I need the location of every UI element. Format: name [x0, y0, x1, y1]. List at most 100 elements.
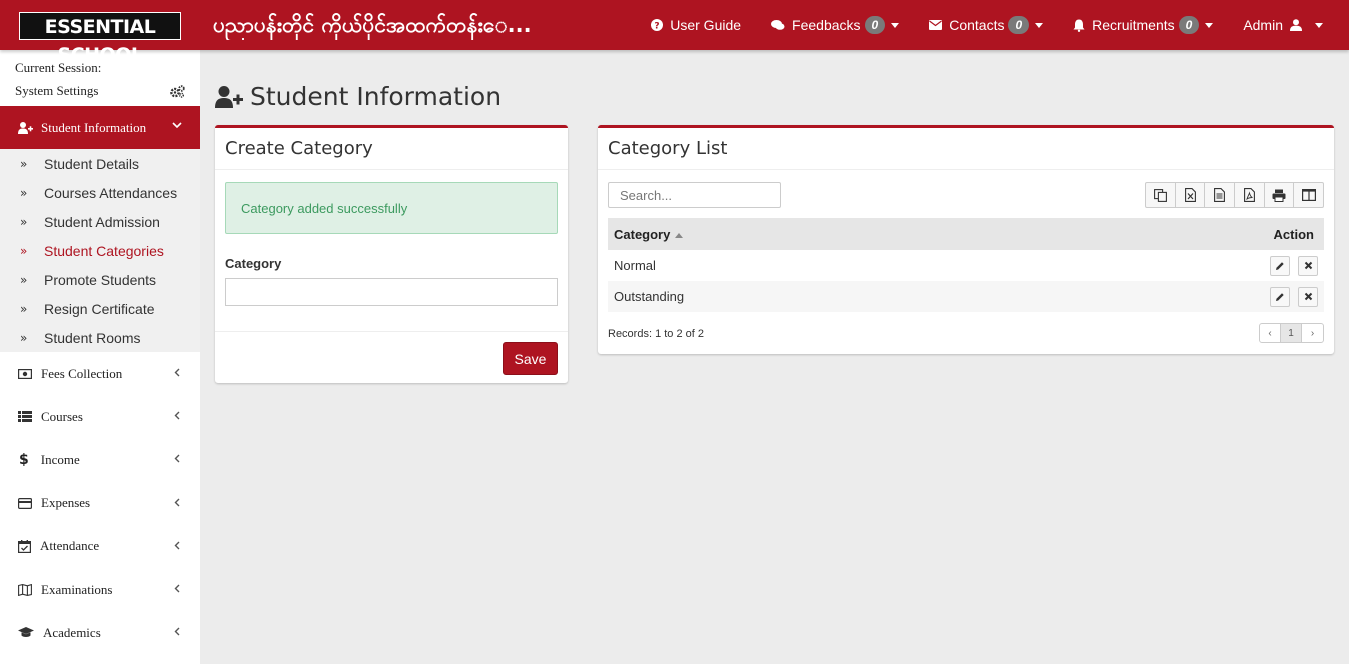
dollar-icon: $: [19, 451, 29, 468]
sidebar: Current Session: System Settings Student…: [0, 50, 200, 664]
category-list-title: Category List: [598, 128, 1334, 170]
double-angle-right-icon: »: [20, 185, 28, 200]
sidebar-item-courses[interactable]: Courses: [0, 395, 200, 438]
recruitments-label: Recruitments: [1092, 17, 1175, 33]
sidebar-item-attendance[interactable]: Attendance: [0, 525, 200, 568]
chevron-left-icon: [174, 498, 180, 507]
sidebar-item-resign-certificate[interactable]: » Resign Certificate: [0, 294, 200, 323]
sidebar-item-label: Academics: [43, 624, 101, 640]
app-title: ပညာပန်းတိုင် ကိုယ်ပိုင်အထက်တန်းေ...: [213, 13, 532, 37]
top-navbar: ESSENTIAL SCHOOL ပညာပန်းတိုင် ကိုယ်ပိုင်…: [0, 0, 1349, 66]
contacts-count-badge: 0: [1008, 16, 1030, 34]
user-plus-icon: [18, 121, 33, 134]
pagination: ‹ 1 ›: [1259, 323, 1324, 343]
sidebar-item-expenses[interactable]: Expenses: [0, 482, 200, 525]
columns-icon: [1301, 189, 1316, 201]
sidebar-item-label: Courses: [41, 408, 83, 424]
delete-button[interactable]: [1298, 255, 1318, 276]
card-footer-divider: [215, 331, 568, 332]
sort-ascending-icon: [675, 232, 684, 238]
contacts-dropdown[interactable]: Contacts 0: [929, 16, 1044, 34]
credit-card-icon: [18, 497, 32, 509]
copy-button[interactable]: [1146, 183, 1176, 207]
category-cell: Normal: [608, 250, 1012, 281]
school-logo[interactable]: ESSENTIAL SCHOOL: [19, 12, 181, 66]
save-button[interactable]: Save: [503, 342, 558, 375]
success-alert: Category added successfully: [225, 182, 558, 234]
category-input[interactable]: [225, 278, 558, 306]
sidebar-item-label: Fees Collection: [41, 365, 123, 381]
chevron-left-icon: [174, 584, 180, 593]
pdf-export-button[interactable]: [1235, 183, 1265, 207]
double-angle-right-icon: »: [20, 272, 28, 287]
delete-button[interactable]: [1298, 286, 1318, 307]
sidebar-item-label: Student Admission: [44, 213, 160, 230]
question-circle-icon: ?: [651, 19, 664, 31]
chevron-left-icon: [174, 454, 180, 463]
print-button[interactable]: [1265, 183, 1295, 207]
actions-cell: [1011, 250, 1324, 281]
prev-page-button[interactable]: ‹: [1260, 324, 1281, 342]
user-guide-link[interactable]: ? User Guide: [651, 17, 741, 33]
next-page-button[interactable]: ›: [1302, 324, 1323, 342]
csv-export-button[interactable]: [1205, 183, 1236, 207]
sidebar-item-label: Income: [40, 451, 80, 467]
table-row: Normal: [608, 250, 1324, 281]
category-cell: Outstanding: [608, 281, 1012, 312]
chevron-left-icon: [174, 368, 180, 377]
sidebar-item-fees-collection[interactable]: Fees Collection: [0, 352, 200, 395]
search-input[interactable]: [608, 182, 781, 208]
sidebar-item-label: Student Information: [41, 119, 147, 135]
double-angle-right-icon: »: [20, 243, 28, 258]
column-header-action: Action: [1011, 218, 1324, 250]
sidebar-item-label: Courses Attendances: [44, 184, 178, 201]
sidebar-item-label: Student Rooms: [44, 329, 141, 346]
sidebar-item-academics[interactable]: Academics: [0, 611, 200, 654]
admin-dropdown[interactable]: Admin: [1243, 17, 1323, 33]
chevron-down-icon: [172, 122, 182, 129]
column-header-label: Category: [614, 226, 671, 242]
chevron-left-icon: [174, 627, 180, 636]
sidebar-item-student-categories[interactable]: » Student Categories: [0, 236, 200, 265]
sidebar-item-courses-attendances[interactable]: » Courses Attendances: [0, 178, 200, 207]
page-title-text: Student Information: [250, 82, 502, 111]
edit-button[interactable]: [1270, 286, 1291, 307]
recruitments-dropdown[interactable]: Recruitments 0: [1073, 16, 1214, 34]
edit-button[interactable]: [1270, 255, 1291, 276]
close-icon: [1304, 261, 1312, 270]
category-list-card: Category List Category Action: [598, 125, 1334, 354]
sidebar-item-examinations[interactable]: Examinations: [0, 568, 200, 611]
create-category-title: Create Category: [215, 128, 568, 170]
cogs-icon[interactable]: [170, 85, 185, 98]
caret-down-icon: [891, 22, 900, 28]
envelope-icon: [929, 20, 943, 30]
export-toolbar: [1145, 182, 1324, 208]
file-pdf-icon: [1243, 188, 1255, 202]
category-field-label: Category: [225, 256, 282, 271]
page-number-button[interactable]: 1: [1281, 324, 1302, 342]
file-text-icon: [1214, 188, 1226, 202]
column-visibility-button[interactable]: [1294, 183, 1323, 207]
sidebar-item-label: Resign Certificate: [44, 300, 155, 317]
sidebar-item-student-details[interactable]: » Student Details: [0, 149, 200, 178]
student-information-submenu: » Student Details » Courses Attendances » S…: [0, 149, 200, 352]
sidebar-item-student-information[interactable]: Student Information: [0, 106, 200, 149]
sidebar-item-student-rooms[interactable]: » Student Rooms: [0, 323, 200, 352]
actions-cell: [1011, 281, 1324, 312]
user-guide-label: User Guide: [670, 17, 742, 33]
calendar-check-icon: [18, 539, 31, 553]
recruitments-count-badge: 0: [1178, 16, 1200, 34]
print-icon: [1272, 189, 1286, 202]
sidebar-item-student-admission[interactable]: » Student Admission: [0, 207, 200, 236]
feedbacks-dropdown[interactable]: Feedbacks 0: [771, 16, 900, 34]
system-settings-link[interactable]: System Settings: [15, 83, 98, 106]
feedbacks-count-badge: 0: [864, 16, 886, 34]
file-excel-icon: [1184, 188, 1196, 202]
excel-export-button[interactable]: [1176, 183, 1206, 207]
close-icon: [1304, 292, 1312, 301]
column-header-category[interactable]: Category: [608, 218, 1012, 250]
sidebar-item-label: Examinations: [41, 581, 113, 597]
sidebar-item-income[interactable]: $ Income: [0, 438, 200, 481]
sidebar-item-promote-students[interactable]: » Promote Students: [0, 265, 200, 294]
double-angle-right-icon: »: [20, 214, 28, 229]
